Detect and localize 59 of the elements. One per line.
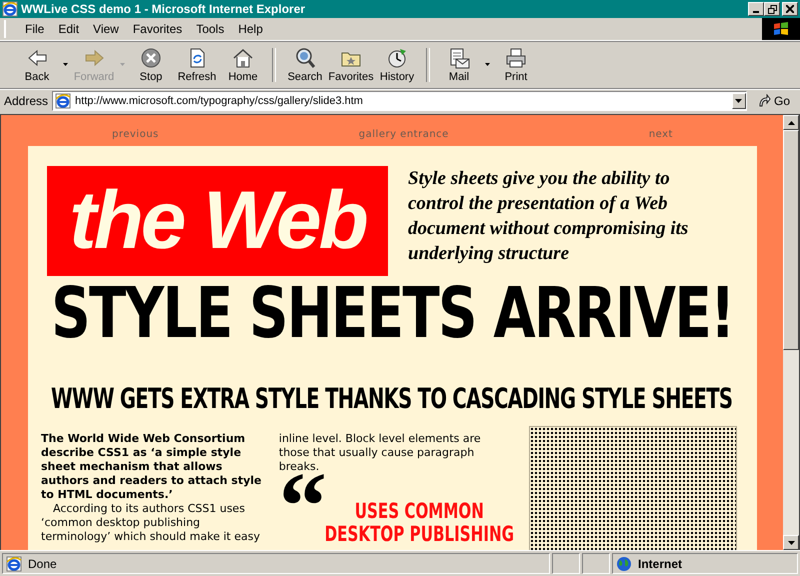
- down-arrow-icon: [788, 540, 794, 544]
- toolbar-button[interactable]: Stop: [128, 44, 174, 86]
- restore-button[interactable]: [764, 2, 780, 16]
- close-button[interactable]: [782, 2, 798, 16]
- subheadline: WWW GETS EXTRA STYLE THANKS TO CASCADING STYLE SHEETS: [51, 382, 733, 414]
- lead-paragraph: The World Wide Web Consortium describe CSS1 as ‘a simple style sheet mechanism that allows authors and readers to attach style to HTML documents.’: [41, 432, 262, 502]
- dropdown-button[interactable]: [732, 93, 746, 109]
- go-button[interactable]: Go: [750, 94, 796, 108]
- menu-item[interactable]: Tools: [189, 22, 232, 36]
- status-pane: [582, 553, 610, 574]
- menu-item[interactable]: Favorites: [126, 22, 190, 36]
- toolbar-button[interactable]: Search: [282, 44, 328, 86]
- caret-icon: [63, 62, 68, 66]
- headline: STYLE SHEETS ARRIVE!: [50, 278, 734, 348]
- caret-icon: [485, 62, 490, 66]
- up-arrow-icon: [788, 120, 794, 124]
- go-arrow-icon: [756, 94, 771, 108]
- printer-icon: [505, 47, 527, 69]
- close-icon: [786, 5, 794, 13]
- toolbar-button[interactable]: Refresh: [174, 44, 220, 86]
- toolbar-button[interactable]: Home: [220, 44, 266, 86]
- minimize-icon: [753, 11, 759, 13]
- scrollbar[interactable]: [783, 115, 799, 550]
- page-icon: [6, 556, 22, 572]
- menu-item[interactable]: File: [18, 22, 52, 36]
- toolbar-button[interactable]: History: [374, 44, 420, 86]
- zone-pane: Internet: [612, 553, 798, 574]
- pull-quote-line: USES COMMON: [354, 500, 484, 523]
- toolbar-button[interactable]: Print: [493, 44, 539, 86]
- status-pane: Done: [2, 553, 550, 574]
- body-paragraph: According to its authors CSS1 uses ‘common desktop publishing terminology’ which should make it easy: [41, 502, 261, 544]
- toolbar-button[interactable]: Back: [14, 44, 60, 86]
- browser-icon: [2, 1, 18, 17]
- menu-item[interactable]: Help: [231, 22, 270, 36]
- address-field[interactable]: http://www.microsoft.com/typography/css/gallery/slide3.htm: [52, 91, 747, 111]
- menu-item[interactable]: View: [86, 22, 126, 36]
- minimize-button[interactable]: [748, 2, 764, 16]
- toolbar-button[interactable]: Favorites: [328, 44, 374, 86]
- window-title: WWLive CSS demo 1 - Microsoft Internet Explorer: [21, 2, 306, 16]
- globe-icon: [616, 556, 632, 572]
- menu-item[interactable]: Edit: [51, 22, 86, 36]
- clock-arrow-icon: [386, 47, 408, 69]
- intro-text: Style sheets give you the ability to control the presentation of a Web document without compromising its underlying structure: [408, 167, 690, 266]
- left-arrow-icon: [26, 47, 48, 69]
- stop-icon: [140, 47, 162, 69]
- caret-icon: [735, 99, 742, 103]
- status-pane: [552, 553, 580, 574]
- pull-quote-line: DESKTOP PUBLISHING: [324, 523, 514, 546]
- caret-icon: [120, 62, 125, 66]
- restore-icon: [768, 4, 776, 14]
- windows-flag-icon: [772, 21, 790, 37]
- toolbar-button[interactable]: Mail: [436, 44, 482, 86]
- house-icon: [232, 47, 254, 69]
- scroll-thumb[interactable]: [783, 130, 799, 350]
- right-arrow-icon: [83, 47, 105, 69]
- envelope-document-icon: [448, 47, 470, 69]
- address-label: Address: [4, 94, 48, 108]
- logo-banner: the Web: [47, 166, 388, 276]
- page-icon: [55, 93, 72, 109]
